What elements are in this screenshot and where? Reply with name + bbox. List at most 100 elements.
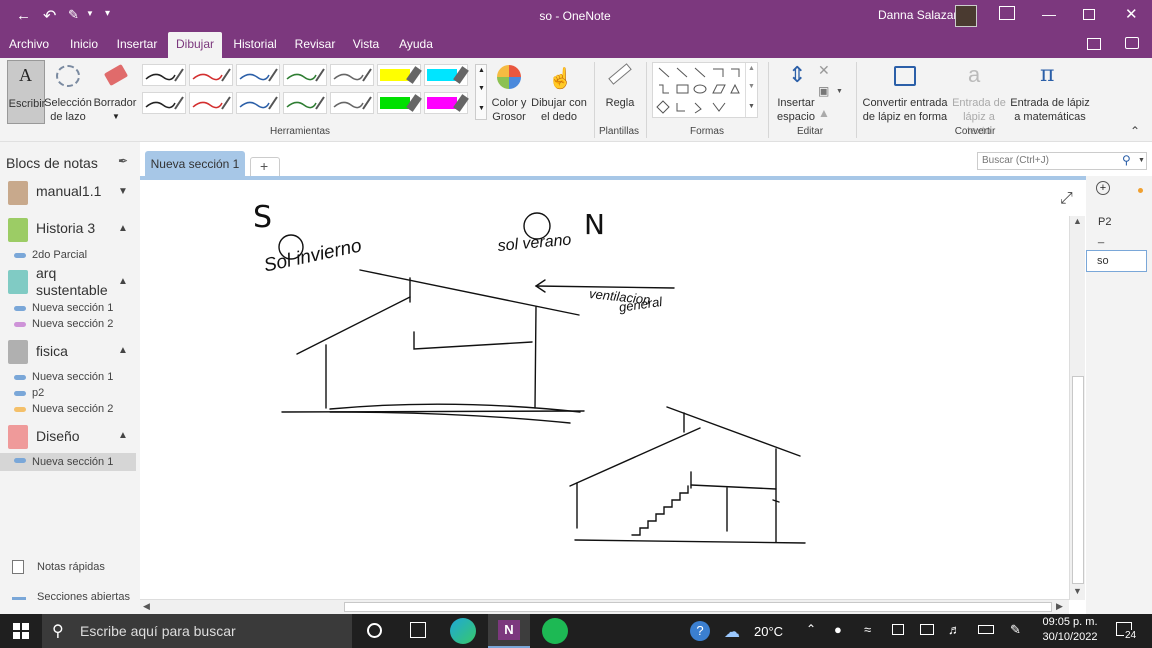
section-nueva-2[interactable]: Nueva sección 2 [0, 317, 136, 333]
notification-count[interactable]: 24 [1124, 630, 1138, 641]
section-tab-active[interactable]: Nueva sección 1 [145, 151, 245, 178]
minimize-button[interactable]: — [1042, 6, 1056, 22]
notebook-historia[interactable]: Historia 3 ▲ [0, 213, 136, 245]
arrange-icon[interactable]: ▣ [818, 84, 829, 98]
tab-vista[interactable]: Vista [346, 32, 386, 58]
meet-icon[interactable]: ● [834, 622, 842, 637]
section-2do-parcial[interactable]: 2do Parcial [0, 248, 136, 264]
ink-label-s[interactable]: S [253, 200, 272, 235]
task-view-icon[interactable] [410, 622, 426, 638]
pen-swatch[interactable] [283, 92, 327, 114]
scroll-up-icon[interactable]: ▲ [1073, 216, 1082, 226]
expand-icon[interactable]: ⤢ [1060, 190, 1073, 208]
weather-icon[interactable]: ☁ [724, 622, 740, 642]
section-p2[interactable]: p2 [0, 386, 136, 402]
page-item-p2[interactable]: P2 [1098, 216, 1111, 228]
pen-swatch[interactable] [236, 92, 280, 114]
scroll-down-icon[interactable]: ▼ [1073, 586, 1082, 596]
quick-notes-icon[interactable] [12, 560, 24, 574]
color-thickness-button[interactable]: Color y Grosor [488, 60, 530, 124]
page-canvas[interactable]: S N Sol invierno sol verano ventilacion … [140, 176, 1086, 614]
pen-swatch[interactable] [377, 92, 422, 114]
network-icon[interactable]: ≈ [864, 622, 871, 637]
eraser-button[interactable]: Borrador ▼ [92, 60, 138, 124]
scroll-thumb[interactable] [344, 602, 1052, 612]
pen-icon[interactable]: ✎ [1010, 622, 1021, 638]
taskbar-search-box[interactable]: ⚲ Escribe aquí para buscar [42, 614, 352, 648]
pen-swatch[interactable] [142, 64, 186, 86]
quick-notes-link[interactable]: Notas rápidas [37, 561, 105, 573]
page-item-selected[interactable]: so [1086, 250, 1147, 272]
chevron-up-icon[interactable]: ▲ [118, 223, 128, 234]
volume-icon[interactable]: ♬ [948, 622, 961, 637]
scroll-right-icon[interactable]: ▶ [1056, 601, 1063, 612]
lasso-select-button[interactable]: Selección de lazo [44, 60, 92, 124]
notebook-fisica[interactable]: fisica ▲ [0, 335, 136, 367]
tab-ayuda[interactable]: Ayuda [394, 32, 438, 58]
customize-toolbar-icon[interactable]: ▾ [105, 8, 110, 19]
delete-icon[interactable]: ✕ [818, 62, 830, 79]
tab-insertar[interactable]: Insertar [112, 32, 162, 58]
close-button[interactable]: ✕ [1125, 5, 1138, 23]
vertical-scrollbar[interactable]: ▲ ▼ [1069, 216, 1085, 600]
tab-revisar[interactable]: Revisar [290, 32, 340, 58]
horizontal-scrollbar[interactable]: ◀ ▶ [140, 599, 1069, 614]
add-section-button[interactable]: + [250, 157, 280, 176]
chevron-down-icon[interactable]: ▼ [118, 186, 128, 197]
clock-date[interactable]: 30/10/2022 [1040, 631, 1100, 643]
scroll-left-icon[interactable]: ◀ [143, 601, 150, 612]
notebook-arq[interactable]: arq sustentable ▲ [0, 264, 136, 302]
insert-space-button[interactable]: ⇕ Insertar espacio [774, 60, 818, 124]
pen-swatch[interactable] [330, 92, 374, 114]
add-page-icon[interactable]: + [1096, 181, 1110, 195]
ruler-button[interactable]: Regla [600, 60, 640, 124]
pen-swatch[interactable] [424, 92, 469, 114]
chevron-up-icon[interactable]: ▲ [118, 345, 128, 356]
pen-mode-icon[interactable]: ✎ [68, 7, 79, 23]
open-sections-icon[interactable] [12, 590, 26, 600]
chevron-down-icon[interactable]: ▼ [1138, 157, 1145, 164]
display-icon[interactable] [892, 624, 904, 635]
ink-to-math-button[interactable]: π Entrada de lápiz a matemáticas [1008, 60, 1092, 124]
pen-swatch[interactable] [424, 64, 469, 86]
tab-historial[interactable]: Historial [228, 32, 282, 58]
chevron-up-icon[interactable]: ▲ [118, 276, 128, 287]
share-icon[interactable] [1087, 38, 1101, 50]
windows-start-icon[interactable] [13, 623, 29, 639]
tab-inicio[interactable]: Inicio [62, 32, 106, 58]
tray-expand-icon[interactable]: ⌃ [806, 622, 816, 636]
chevron-up-icon[interactable]: ▲ [118, 430, 128, 441]
open-sections-link[interactable]: Secciones abiertas [37, 591, 130, 603]
pen-swatch[interactable] [142, 92, 186, 114]
user-name[interactable]: Danna Salazar [878, 8, 957, 22]
maximize-button[interactable] [1083, 9, 1095, 20]
undo-icon[interactable]: ↶ [43, 6, 56, 26]
notebook-manual[interactable]: manual1.1 ▼ [0, 176, 136, 208]
draw-with-finger-button[interactable]: ☝ Dibujar con el dedo [528, 60, 590, 124]
pen-swatch[interactable] [236, 64, 280, 86]
write-tool-button[interactable]: A Escribir [7, 60, 45, 124]
avatar[interactable] [955, 5, 977, 27]
ink-drawing[interactable] [140, 176, 1070, 596]
battery-icon[interactable] [978, 625, 994, 634]
pen-gallery-scroll[interactable]: ▲ ▼ ▼ [475, 64, 487, 120]
spotify-icon[interactable] [542, 618, 568, 644]
search-icon[interactable]: ⚲ [1122, 153, 1131, 167]
section-nueva-2[interactable]: Nueva sección 2 [0, 402, 136, 418]
ink-to-text-button[interactable]: a Entrada de lápiz a texto [950, 60, 1008, 137]
section-nueva-1-selected[interactable]: Nueva sección 1 [0, 453, 136, 471]
help-icon[interactable]: ? [690, 621, 710, 641]
shapes-gallery[interactable]: ▲ ▼ ▼ [652, 62, 758, 118]
page-item-blank[interactable]: _ [1098, 232, 1104, 244]
weather-text[interactable]: 20°C [754, 624, 783, 639]
pen-swatch[interactable] [189, 92, 233, 114]
pen-swatch[interactable] [377, 64, 422, 86]
chevron-down-icon[interactable]: ▼ [86, 9, 94, 18]
search-box[interactable]: Buscar (Ctrl+J) ⚲ ▼ [977, 152, 1147, 170]
ink-to-shape-button[interactable]: Convertir entrada de lápiz en forma [860, 60, 950, 124]
chevron-down-icon[interactable]: ▼ [836, 88, 843, 95]
pen-swatch[interactable] [189, 64, 233, 86]
comment-icon[interactable] [1125, 37, 1139, 49]
section-nueva-1[interactable]: Nueva sección 1 [0, 370, 136, 386]
tab-archivo[interactable]: Archivo [4, 32, 54, 58]
